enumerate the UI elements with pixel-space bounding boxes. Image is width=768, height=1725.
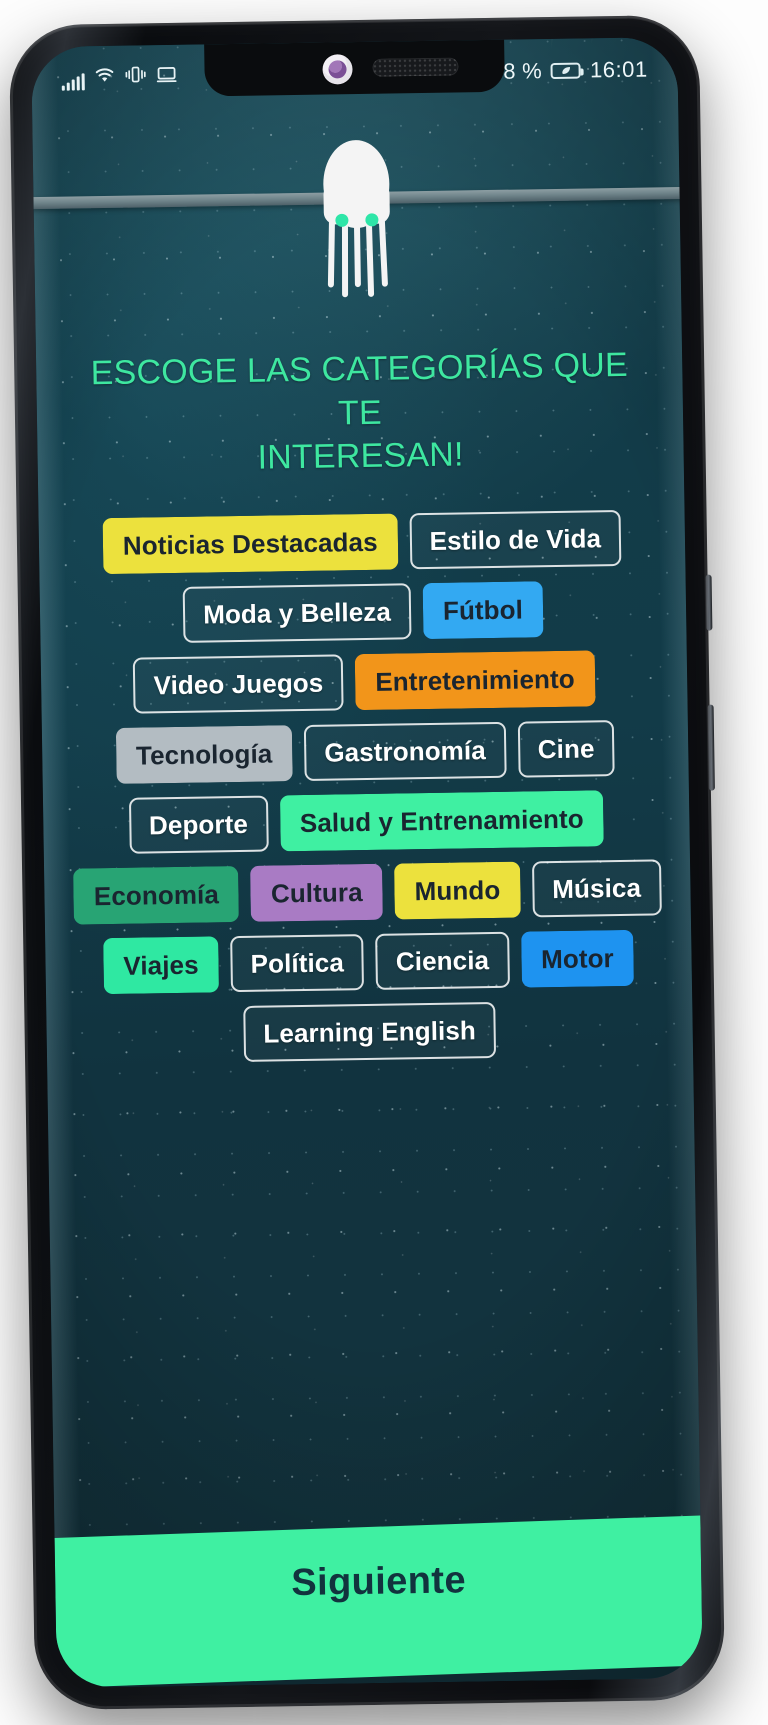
category-chip[interactable]: Gastronomía <box>303 721 507 781</box>
wifi-icon <box>93 66 115 90</box>
page-title-line2: INTERESAN! <box>257 435 464 477</box>
power-button[interactable] <box>707 704 715 791</box>
category-row: Tecnología Gastronomía Cine <box>66 719 665 784</box>
status-bar-left-icons <box>61 65 177 91</box>
page-title: ESCOGE LAS CATEGORÍAS QUE TE INTERESAN! <box>36 343 684 484</box>
category-row: Economía Cultura Mundo Música <box>68 859 667 925</box>
front-camera-icon <box>322 54 353 85</box>
category-row: Deporte Salud y Entrenamiento <box>67 789 666 854</box>
category-chip[interactable]: Fútbol <box>422 581 544 640</box>
next-button[interactable]: Siguiente <box>54 1515 703 1688</box>
category-chip[interactable]: Viajes <box>102 936 220 995</box>
octopus-logo <box>296 133 419 305</box>
category-chip[interactable]: Deporte <box>128 795 269 854</box>
category-chip[interactable]: Salud y Entrenamiento <box>279 790 605 852</box>
screenshot-root: 78 % 16:01 ESCOGE LAS CATEGORÍAS QUE TE … <box>0 0 768 1725</box>
page-title-line1: ESCOGE LAS CATEGORÍAS QUE TE <box>90 345 629 432</box>
display-notch <box>204 37 505 97</box>
battery-eco-icon <box>550 62 582 80</box>
category-chip[interactable]: Learning English <box>242 1001 497 1062</box>
vibrate-icon <box>124 65 146 89</box>
category-chip[interactable]: Cine <box>517 720 615 778</box>
category-chip[interactable]: Noticias Destacadas <box>102 513 399 575</box>
category-chip[interactable]: Economía <box>73 866 240 925</box>
category-chip[interactable]: Política <box>230 934 365 993</box>
category-row: Learning English <box>70 999 669 1064</box>
earpiece-speaker <box>372 57 459 77</box>
category-chip[interactable]: Entretenimiento <box>354 650 596 711</box>
category-chip[interactable]: Estilo de Vida <box>409 509 622 570</box>
category-chip[interactable]: Cultura <box>250 863 384 922</box>
clock-label: 16:01 <box>589 56 648 83</box>
volume-button[interactable] <box>705 574 713 631</box>
category-row: Video Juegos Entretenimiento <box>65 649 664 714</box>
category-chip-grid: Noticias Destacadas Estilo de Vida Moda y … <box>39 509 694 1079</box>
category-chip[interactable]: Música <box>531 859 662 918</box>
category-chip[interactable]: Ciencia <box>375 931 510 990</box>
status-bar-right-group: 78 % 16:01 <box>490 56 647 84</box>
phone-screen: 78 % 16:01 ESCOGE LAS CATEGORÍAS QUE TE … <box>31 37 703 1688</box>
category-chip[interactable]: Video Juegos <box>133 654 344 714</box>
category-chip[interactable]: Tecnología <box>115 725 293 784</box>
category-chip[interactable]: Mundo <box>394 861 521 920</box>
category-chip[interactable]: Motor <box>520 929 635 988</box>
cast-icon <box>155 65 177 89</box>
category-row: Noticias Destacadas Estilo de Vida <box>63 509 662 575</box>
next-button-label: Siguiente <box>290 1559 466 1605</box>
signal-bars-icon <box>61 73 85 91</box>
phone-device: 78 % 16:01 ESCOGE LAS CATEGORÍAS QUE TE … <box>8 14 726 1711</box>
category-row: Viajes Política Ciencia Motor <box>69 929 668 995</box>
category-chip[interactable]: Moda y Belleza <box>182 583 412 643</box>
category-row: Moda y Belleza Fútbol <box>64 579 663 644</box>
